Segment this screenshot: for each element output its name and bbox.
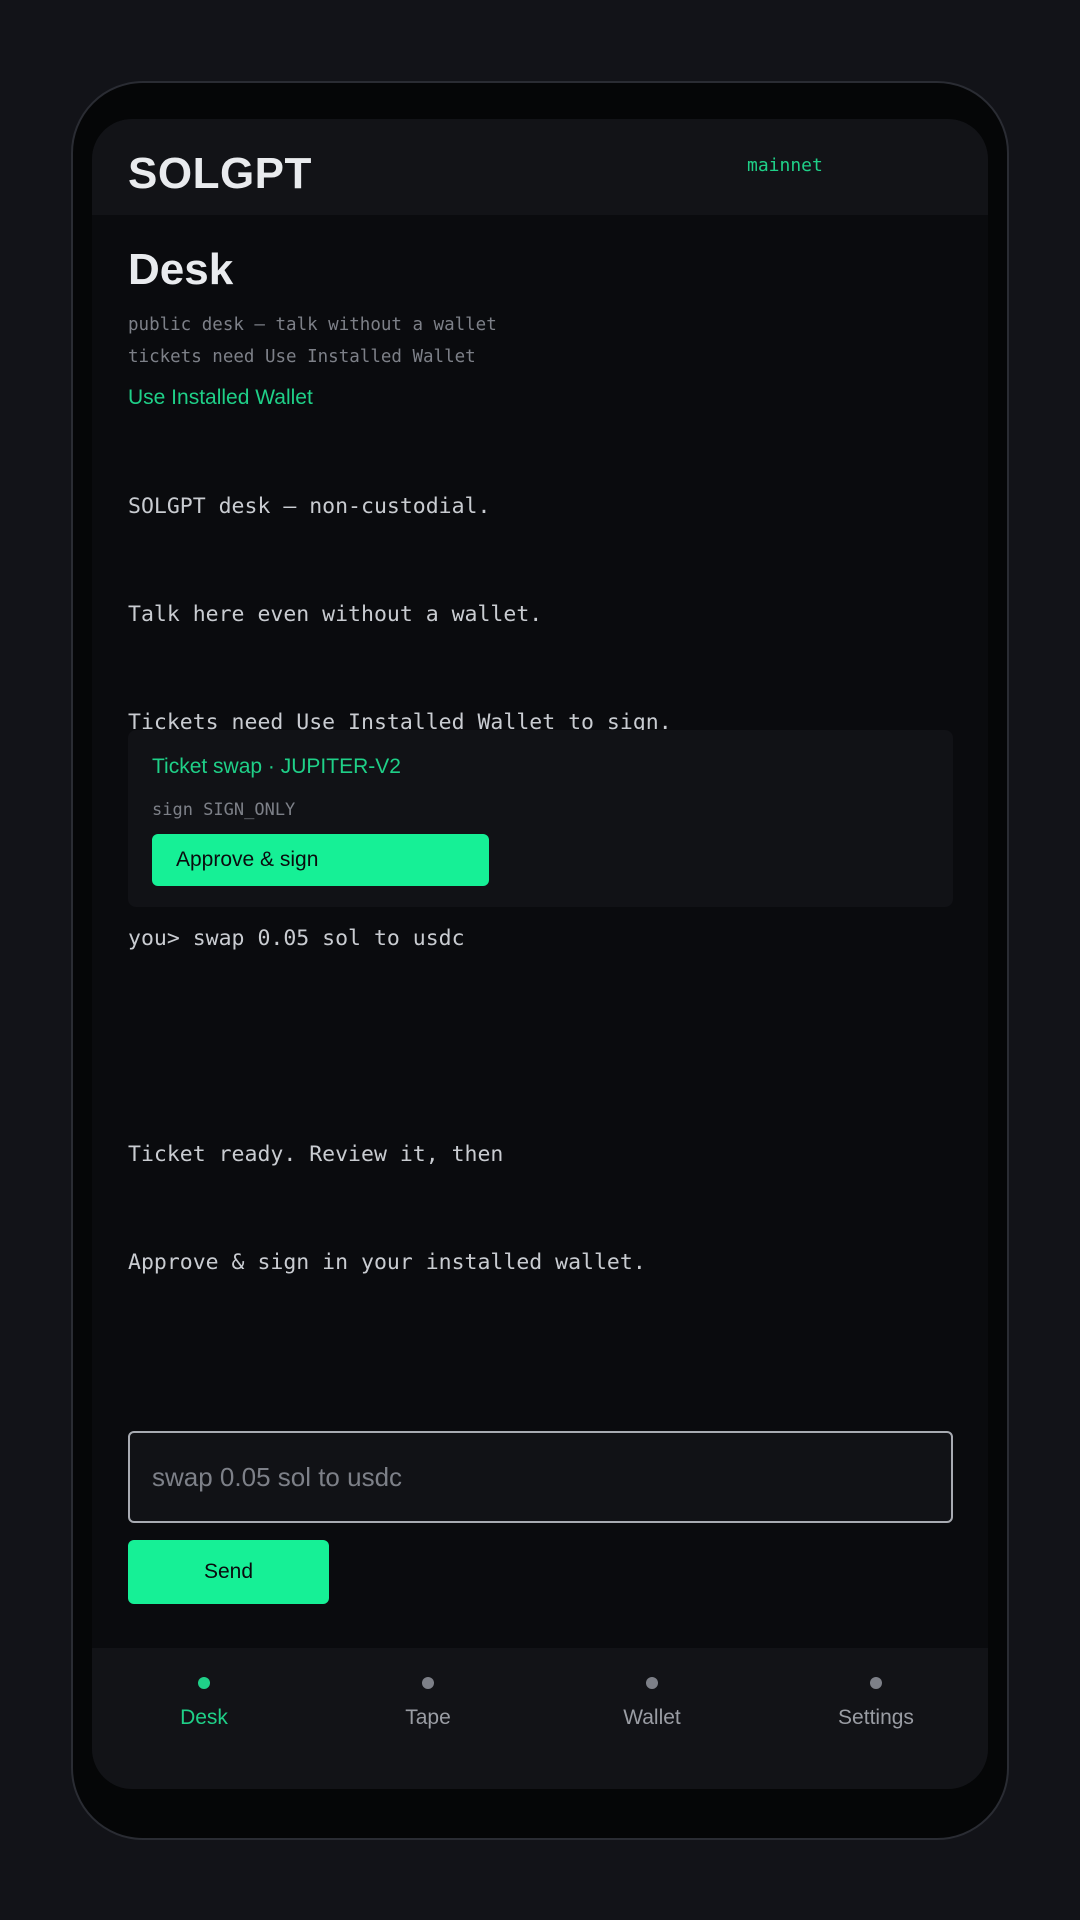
message-input-box <box>128 1431 953 1523</box>
chat-log-line: Approve & sign in your installed wallet. <box>128 1250 646 1275</box>
nav-item-tape[interactable]: Tape <box>316 1648 540 1789</box>
chat-log-line: Talk here even without a wallet. <box>128 602 543 627</box>
dot-icon <box>646 1677 658 1689</box>
chat-log-line: you> swap 0.05 sol to usdc <box>128 926 465 951</box>
message-input[interactable] <box>130 1433 951 1521</box>
dot-icon <box>870 1677 882 1689</box>
ticket-card: Ticket swap · JUPITER-V2 sign SIGN_ONLY … <box>128 730 953 907</box>
dot-icon <box>198 1677 210 1689</box>
ticket-sign-mode: sign SIGN_ONLY <box>152 800 296 820</box>
top-bar: SOLGPT mainnet <box>92 119 988 215</box>
ticket-title: Ticket swap · JUPITER-V2 <box>152 755 401 778</box>
use-installed-wallet-link[interactable]: Use Installed Wallet <box>128 386 313 410</box>
network-indicator[interactable]: mainnet <box>747 155 823 176</box>
send-button[interactable]: Send <box>128 1540 329 1604</box>
page-subtitle-line: public desk — talk without a wallet <box>128 315 497 335</box>
nav-item-label: Wallet <box>623 1706 681 1729</box>
page-subtitle-line: tickets need Use Installed Wallet <box>128 347 476 367</box>
nav-item-desk[interactable]: Desk <box>92 1648 316 1789</box>
nav-item-label: Desk <box>180 1706 228 1729</box>
dot-icon <box>422 1677 434 1689</box>
nav-item-label: Settings <box>838 1706 914 1729</box>
chat-log-line: SOLGPT desk — non-custodial. <box>128 494 491 519</box>
bottom-nav: Desk Tape Wallet Settings <box>92 1648 988 1789</box>
app-screen: SOLGPT mainnet Desk public desk — talk w… <box>92 119 988 1789</box>
page-title: Desk <box>128 245 234 294</box>
nav-item-settings[interactable]: Settings <box>764 1648 988 1789</box>
approve-sign-button[interactable]: Approve & sign <box>152 834 489 886</box>
chat-log-line <box>128 1029 672 1065</box>
nav-item-label: Tape <box>405 1706 451 1729</box>
nav-item-wallet[interactable]: Wallet <box>540 1648 764 1789</box>
chat-log-line: Ticket ready. Review it, then <box>128 1142 504 1167</box>
brand-title: SOLGPT <box>128 149 312 198</box>
